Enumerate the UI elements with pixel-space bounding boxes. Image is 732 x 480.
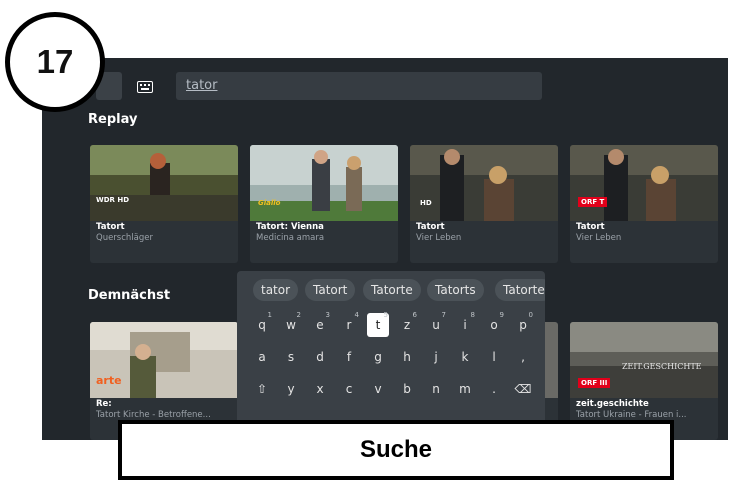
replay-card-2[interactable]: Giallo Tatort: Vienna Medicina amara [250, 145, 398, 263]
thumb-title: ZEIT.GESCHICHTE [622, 362, 702, 371]
suggestion-chip[interactable]: Tatort [305, 279, 356, 301]
key-number-hint: 0 [528, 311, 533, 319]
search-bar: tator [42, 58, 728, 106]
key-number-hint: 6 [412, 311, 417, 319]
key-a[interactable]: a [251, 345, 273, 369]
thumbnail [250, 145, 398, 221]
suggestion-chip[interactable]: Tatorts [427, 279, 484, 301]
search-value: tator [186, 78, 218, 93]
key-b[interactable]: b [396, 377, 418, 401]
key-p[interactable]: p0 [512, 311, 534, 337]
card-subtitle: Tatort Ukraine - Frauen i... [576, 410, 687, 420]
key-m[interactable]: m [454, 377, 476, 401]
replay-card-4[interactable]: ORF T Tatort Vier Leben [570, 145, 718, 263]
key-k[interactable]: k [454, 345, 476, 369]
tv-screen: tator Replay WDR HD Tatort Querschläger … [42, 58, 728, 440]
suggestion-chip[interactable]: Tatorte [363, 279, 421, 301]
search-input[interactable]: tator [176, 72, 542, 100]
caption-label: Suche [118, 420, 674, 480]
key-⌫[interactable]: ⌫ [512, 377, 534, 401]
channel-logo: ORF T [578, 197, 608, 207]
key-q[interactable]: q1 [251, 311, 273, 337]
thumbnail [570, 145, 718, 221]
key-y[interactable]: y [280, 377, 302, 401]
key-j[interactable]: j [425, 345, 447, 369]
key-c[interactable]: c [338, 377, 360, 401]
card-title: Re: [96, 399, 112, 409]
card-subtitle: Vier Leben [576, 233, 622, 243]
key-e[interactable]: e3 [309, 311, 331, 337]
key-u[interactable]: u7 [425, 311, 447, 337]
card-title: Tatort [576, 222, 605, 232]
key-x[interactable]: x [309, 377, 331, 401]
section-title-replay: Replay [88, 112, 138, 127]
key-w[interactable]: w2 [280, 311, 302, 337]
card-subtitle: Vier Leben [416, 233, 462, 243]
replay-card-3[interactable]: HD Tatort Vier Leben [410, 145, 558, 263]
card-title: zeit.geschichte [576, 399, 649, 409]
keyboard-icon[interactable] [134, 76, 156, 98]
thumbnail [410, 145, 558, 221]
key-number-hint: 8 [470, 311, 475, 319]
suggestion-chip[interactable]: Tatorte [495, 279, 545, 301]
channel-logo: Giallo [258, 199, 281, 207]
key-number-hint: 3 [325, 311, 330, 319]
onscreen-keyboard: tator Tatort Tatorte Tatorts Tatorte q1 w… [237, 271, 545, 440]
key-i[interactable]: i8 [454, 311, 476, 337]
replay-card-1[interactable]: WDR HD Tatort Querschläger [90, 145, 238, 263]
key-number-hint: 2 [296, 311, 301, 319]
key-f[interactable]: f [338, 345, 360, 369]
key-t[interactable]: t5 [367, 311, 389, 337]
key-.[interactable]: . [483, 377, 505, 401]
key-h[interactable]: h [396, 345, 418, 369]
card-title: Tatort [96, 222, 125, 232]
key-number-hint: 7 [441, 311, 446, 319]
key-s[interactable]: s [280, 345, 302, 369]
key-d[interactable]: d [309, 345, 331, 369]
channel-logo: ORF III [578, 378, 611, 388]
key-z[interactable]: z6 [396, 311, 418, 337]
card-title: Tatort: Vienna [256, 222, 324, 232]
card-subtitle: Medicina amara [256, 233, 325, 243]
key-number-hint: 4 [354, 311, 359, 319]
key-g[interactable]: g [367, 345, 389, 369]
key-,[interactable]: , [512, 345, 534, 369]
key-v[interactable]: v [367, 377, 389, 401]
key-number-hint: 9 [499, 311, 504, 319]
section-title-upcoming: Demnächst [88, 288, 171, 303]
suggestion-chip[interactable]: tator [253, 279, 299, 301]
thumbnail [90, 145, 238, 221]
card-subtitle: Querschläger [96, 233, 153, 243]
channel-logo: HD [420, 199, 432, 207]
key-⇧[interactable]: ⇧ [251, 377, 273, 401]
key-r[interactable]: r4 [338, 311, 360, 337]
card-title: Tatort [416, 222, 445, 232]
channel-logo: arte [96, 374, 122, 387]
key-n[interactable]: n [425, 377, 447, 401]
key-number-hint: 1 [267, 311, 272, 319]
key-l[interactable]: l [483, 345, 505, 369]
key-o[interactable]: o9 [483, 311, 505, 337]
card-subtitle: Tatort Kirche - Betroffene... [96, 410, 211, 420]
key-number-hint: 5 [383, 311, 388, 319]
channel-logo: WDR HD [96, 196, 130, 204]
step-number-badge: 17 [5, 12, 105, 112]
